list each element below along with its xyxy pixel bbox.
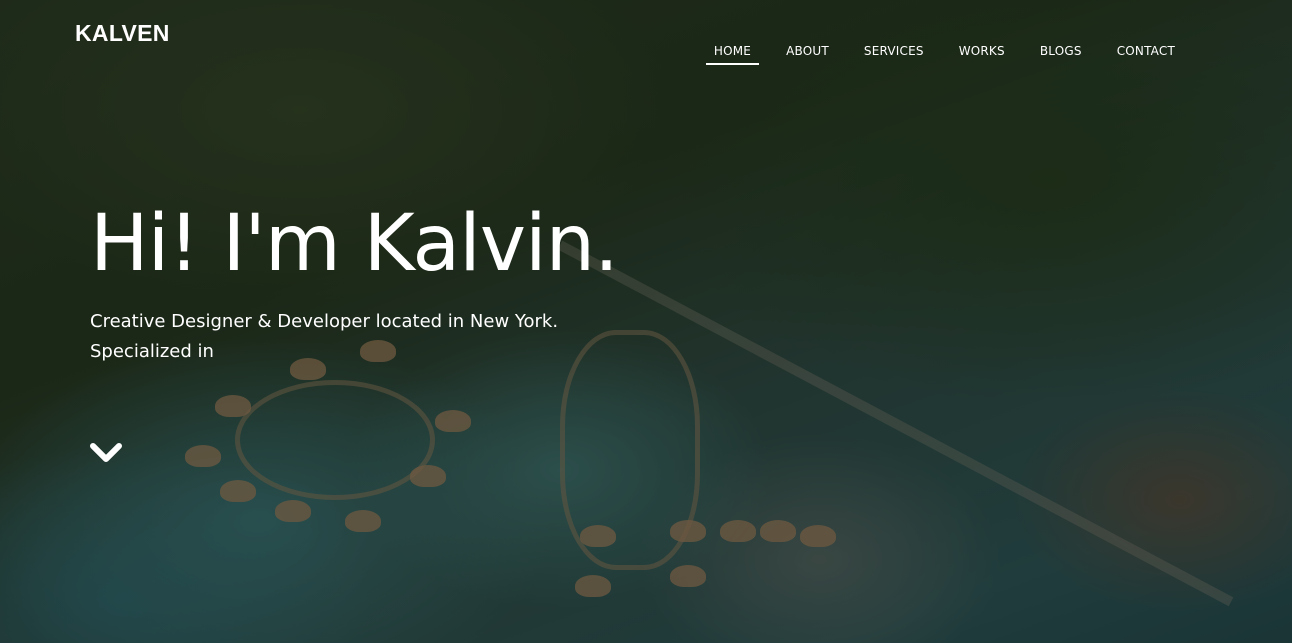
nav-item-home[interactable]: HOME (705, 42, 760, 65)
brand-logo[interactable]: KALVEN (75, 20, 170, 47)
hero-subtitle-line-2: Specialized in (90, 341, 214, 362)
hero-section: Hi! I'm Kalvin. Creative Designer & Deve… (90, 196, 619, 367)
top-navbar: KALVEN HOME ABOUT SERVICES WORKS BLOGS C… (0, 0, 1292, 80)
nav-item-works[interactable]: WORKS (959, 42, 1005, 65)
nav-item-contact[interactable]: CONTACT (1117, 42, 1175, 65)
hero-subtitle: Creative Designer & Developer located in… (90, 307, 618, 367)
hero-title: Hi! I'm Kalvin. (90, 199, 619, 289)
main-nav: HOME ABOUT SERVICES WORKS BLOGS CONTACT (679, 42, 1175, 65)
nav-item-services[interactable]: SERVICES (864, 42, 924, 65)
chevron-down-icon (90, 443, 122, 462)
nav-item-blogs[interactable]: BLOGS (1040, 42, 1082, 65)
scroll-down-button[interactable] (89, 440, 123, 466)
nav-item-about[interactable]: ABOUT (786, 42, 829, 65)
hero-subtitle-line-1: Creative Designer & Developer located in… (90, 311, 559, 332)
